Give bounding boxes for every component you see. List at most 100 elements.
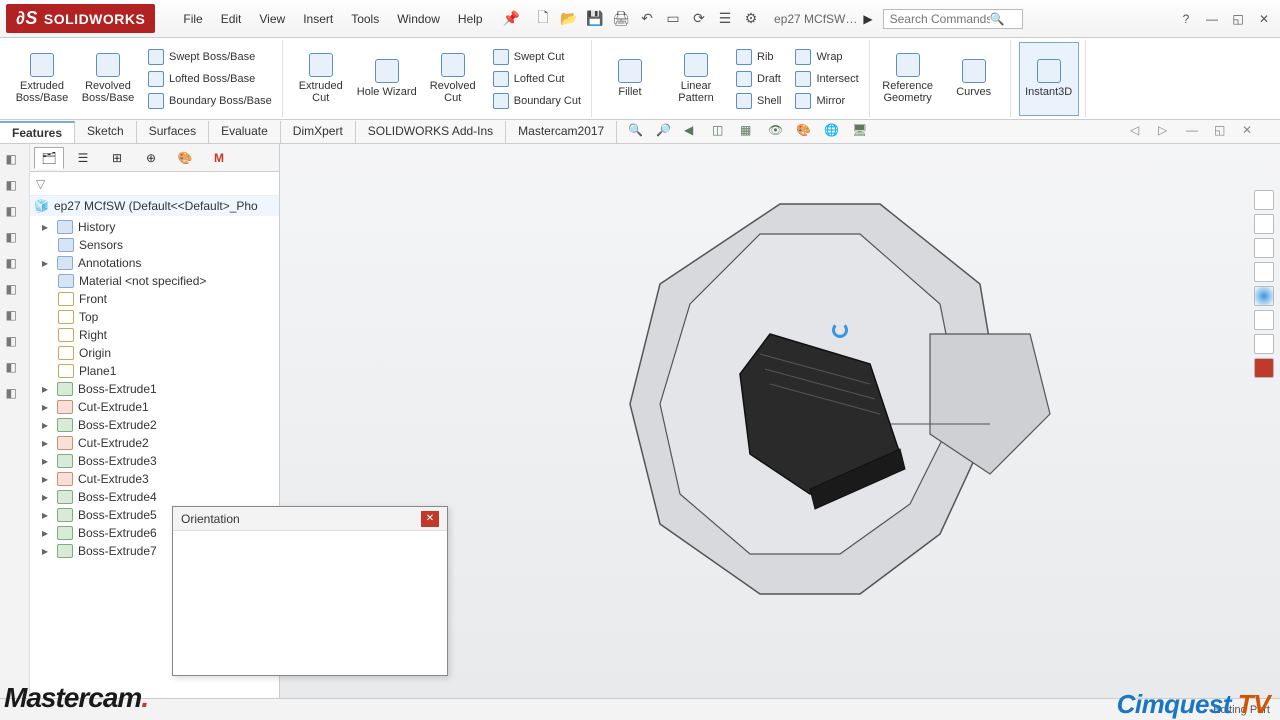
ribbon-button-small[interactable]: Rib: [732, 47, 785, 67]
search-icon[interactable]: 🔍: [990, 12, 1005, 26]
ribbon-button[interactable]: Revolved Cut: [423, 42, 483, 116]
home-view-icon[interactable]: [1254, 190, 1274, 210]
tree-item[interactable]: Origin: [30, 344, 279, 362]
side-icon[interactable]: [1254, 334, 1274, 354]
rail-icon[interactable]: ◧: [6, 360, 24, 378]
expand-icon[interactable]: ▸: [40, 508, 50, 522]
tree-item[interactable]: ▸Boss-Extrude1: [30, 380, 279, 398]
ribbon-button[interactable]: Instant3D: [1019, 42, 1079, 116]
doc-max-icon[interactable]: ◱: [1214, 123, 1232, 141]
side-icon[interactable]: [1254, 358, 1274, 378]
close-icon[interactable]: ✕: [1254, 10, 1274, 28]
tree-item[interactable]: ▸History: [30, 218, 279, 236]
rail-icon[interactable]: ◧: [6, 204, 24, 222]
ribbon-button-small[interactable]: Lofted Cut: [489, 69, 585, 89]
doc-next-icon[interactable]: ▷: [1158, 123, 1176, 141]
tree-item[interactable]: ▸Cut-Extrude3: [30, 470, 279, 488]
ribbon-button-small[interactable]: Lofted Boss/Base: [144, 69, 276, 89]
options-icon[interactable]: ☰: [716, 10, 734, 28]
ribbon-button[interactable]: Extruded Cut: [291, 42, 351, 116]
tree-item[interactable]: ▸Cut-Extrude2: [30, 434, 279, 452]
save-icon[interactable]: 💾: [586, 10, 604, 28]
ribbon-button-small[interactable]: Intersect: [791, 69, 862, 89]
doc-min-icon[interactable]: —: [1186, 123, 1204, 141]
ribbon-button-small[interactable]: Swept Boss/Base: [144, 47, 276, 67]
tree-tab-dim[interactable]: ⊕: [136, 147, 166, 169]
expand-icon[interactable]: ▸: [40, 400, 50, 414]
tab-dimxpert[interactable]: DimXpert: [281, 121, 356, 143]
tree-item[interactable]: ▸Boss-Extrude3: [30, 452, 279, 470]
render-icon[interactable]: 🖥: [852, 123, 870, 141]
menu-help[interactable]: Help: [450, 8, 491, 30]
tree-item[interactable]: Sensors: [30, 236, 279, 254]
scene-icon[interactable]: 🌐: [824, 123, 842, 141]
tree-filter[interactable]: ▽: [30, 172, 279, 196]
expand-icon[interactable]: ▸: [40, 256, 50, 270]
zoom-fit-icon[interactable]: 🔍: [628, 123, 646, 141]
minimize-icon[interactable]: —: [1202, 10, 1222, 28]
ribbon-button-small[interactable]: Boundary Boss/Base: [144, 91, 276, 111]
tree-item[interactable]: Material <not specified>: [30, 272, 279, 290]
rail-icon[interactable]: ◧: [6, 178, 24, 196]
ribbon-button-small[interactable]: Mirror: [791, 91, 862, 111]
side-icon[interactable]: [1254, 286, 1274, 306]
ribbon-button-small[interactable]: Shell: [732, 91, 785, 111]
rail-icon[interactable]: ◧: [6, 152, 24, 170]
expand-icon[interactable]: ▸: [40, 490, 50, 504]
tree-tab-feature[interactable]: 🗂: [34, 147, 64, 169]
menu-window[interactable]: Window: [389, 8, 448, 30]
menu-insert[interactable]: Insert: [295, 8, 341, 30]
display-icon[interactable]: ▦: [740, 123, 758, 141]
tab-evaluate[interactable]: Evaluate: [209, 121, 281, 143]
ribbon-button-small[interactable]: Draft: [732, 69, 785, 89]
ribbon-button-small[interactable]: Boundary Cut: [489, 91, 585, 111]
tree-item[interactable]: ▸Boss-Extrude2: [30, 416, 279, 434]
undo-icon[interactable]: ↶: [638, 10, 656, 28]
zoom-area-icon[interactable]: 🔎: [656, 123, 674, 141]
ribbon-button-small[interactable]: Wrap: [791, 47, 862, 67]
iso-view-icon[interactable]: [1254, 214, 1274, 234]
tab-features[interactable]: Features: [0, 121, 75, 143]
ribbon-button[interactable]: Fillet: [600, 42, 660, 116]
rail-icon[interactable]: ◧: [6, 386, 24, 404]
menu-file[interactable]: File: [175, 8, 210, 30]
appearance-icon[interactable]: 🎨: [796, 123, 814, 141]
tree-item[interactable]: Top: [30, 308, 279, 326]
rail-icon[interactable]: ◧: [6, 282, 24, 300]
expand-icon[interactable]: ▸: [40, 418, 50, 432]
rebuild-icon[interactable]: ⟳: [690, 10, 708, 28]
tab-mastercam2017[interactable]: Mastercam2017: [506, 121, 617, 143]
tree-item[interactable]: ▸Cut-Extrude1: [30, 398, 279, 416]
ribbon-button[interactable]: Revolved Boss/Base: [78, 42, 138, 116]
ribbon-button[interactable]: Linear Pattern: [666, 42, 726, 116]
expand-icon[interactable]: ▸: [40, 526, 50, 540]
search-box[interactable]: 🔍: [883, 9, 1023, 29]
expand-icon[interactable]: ▸: [40, 472, 50, 486]
open-icon[interactable]: 📂: [560, 10, 578, 28]
tree-item[interactable]: Front: [30, 290, 279, 308]
tree-item[interactable]: Plane1: [30, 362, 279, 380]
tree-item[interactable]: ▸Annotations: [30, 254, 279, 272]
rail-icon[interactable]: ◧: [6, 230, 24, 248]
search-input[interactable]: [890, 12, 990, 26]
section-icon[interactable]: ◫: [712, 123, 730, 141]
dialog-close-button[interactable]: ✕: [421, 511, 439, 527]
ribbon-button[interactable]: Extruded Boss/Base: [12, 42, 72, 116]
hide-icon[interactable]: 👁: [768, 123, 786, 141]
side-icon[interactable]: [1254, 262, 1274, 282]
tree-tab-mc[interactable]: M: [204, 147, 234, 169]
menu-view[interactable]: View: [251, 8, 293, 30]
rail-icon[interactable]: ◧: [6, 334, 24, 352]
doc-close-icon[interactable]: ✕: [1242, 123, 1260, 141]
tab-surfaces[interactable]: Surfaces: [137, 121, 209, 143]
dialog-header[interactable]: Orientation ✕: [173, 507, 447, 531]
settings-icon[interactable]: ⚙: [742, 10, 760, 28]
expand-icon[interactable]: ▸: [40, 544, 50, 558]
doc-prev-icon[interactable]: ◁: [1130, 123, 1148, 141]
rail-icon[interactable]: ◧: [6, 308, 24, 326]
rail-icon[interactable]: ◧: [6, 256, 24, 274]
ribbon-button[interactable]: Reference Geometry: [878, 42, 938, 116]
tree-tab-property[interactable]: ☰: [68, 147, 98, 169]
menu-tools[interactable]: Tools: [343, 8, 387, 30]
expand-icon[interactable]: ▸: [40, 436, 50, 450]
